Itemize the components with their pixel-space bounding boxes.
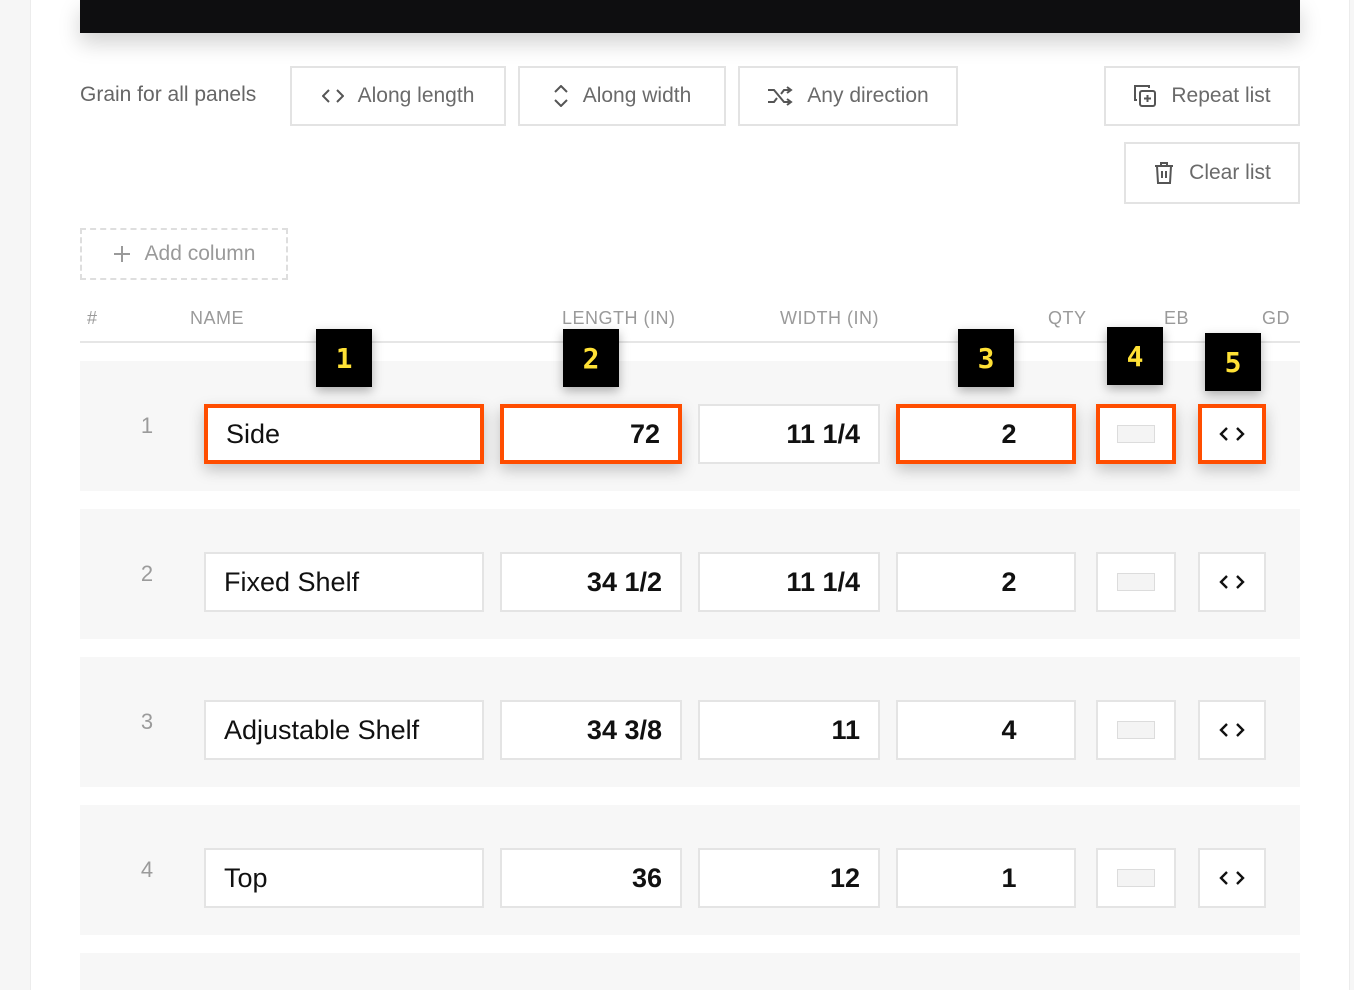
name-input[interactable]: Adjustable Shelf [204, 700, 484, 760]
annotation-marker-5: 5 [1205, 333, 1261, 391]
length-input[interactable]: 72 [500, 404, 682, 464]
table-row [80, 953, 1300, 990]
code-brackets-icon [1219, 575, 1245, 589]
grain-direction-button[interactable] [1198, 700, 1266, 760]
grain-along-width-button[interactable]: Along width [518, 66, 726, 126]
vertical-chevrons-icon [553, 85, 568, 107]
annotation-marker-2: 2 [563, 329, 619, 387]
length-input[interactable]: 34 1/2 [500, 552, 682, 612]
edge-banding-button[interactable] [1096, 848, 1176, 908]
row-number: 4 [140, 857, 154, 882]
code-brackets-icon [1219, 427, 1245, 441]
length-input[interactable]: 36 [500, 848, 682, 908]
grain-any-direction-button[interactable]: Any direction [738, 66, 958, 126]
table-row: 4 Top 36 12 1 [80, 805, 1300, 935]
edge-banding-button[interactable] [1096, 552, 1176, 612]
clear-list-label: Clear list [1189, 161, 1271, 184]
row-number: 2 [140, 561, 154, 586]
table-row: 2 Fixed Shelf 34 1/2 11 1/4 2 [80, 509, 1300, 639]
clear-list-button[interactable]: Clear list [1124, 142, 1300, 204]
repeat-list-button[interactable]: Repeat list [1104, 66, 1300, 126]
grain-along-length-button[interactable]: Along length [290, 66, 506, 126]
width-input[interactable]: 11 1/4 [698, 404, 880, 464]
width-input[interactable]: 11 [698, 700, 880, 760]
code-brackets-icon [321, 89, 344, 103]
shuffle-icon [768, 86, 793, 106]
name-input[interactable]: Side [204, 404, 484, 464]
grain-direction-button[interactable] [1198, 552, 1266, 612]
row-number: 1 [140, 413, 154, 438]
header-num: # [87, 308, 98, 328]
header-qty: QTY [1048, 308, 1087, 328]
grain-along-width-label: Along width [582, 84, 692, 107]
repeat-list-label: Repeat list [1171, 84, 1271, 107]
code-brackets-icon [1219, 723, 1245, 737]
edge-banding-icon [1117, 869, 1155, 887]
edge-banding-button[interactable] [1096, 700, 1176, 760]
top-dark-bar [80, 0, 1300, 33]
row-number: 3 [140, 709, 154, 734]
qty-input[interactable]: 1 [896, 848, 1076, 908]
name-input[interactable]: Top [204, 848, 484, 908]
grain-direction-button[interactable] [1198, 404, 1266, 464]
edge-banding-button[interactable] [1096, 404, 1176, 464]
header-gd: GD [1262, 308, 1290, 328]
width-input[interactable]: 12 [698, 848, 880, 908]
qty-input[interactable]: 2 [896, 552, 1076, 612]
width-input[interactable]: 11 1/4 [698, 552, 880, 612]
edge-banding-icon [1117, 573, 1155, 591]
length-input[interactable]: 34 3/8 [500, 700, 682, 760]
grain-any-direction-label: Any direction [807, 84, 929, 107]
annotation-marker-3: 3 [958, 329, 1014, 387]
name-input[interactable]: Fixed Shelf [204, 552, 484, 612]
copy-plus-icon [1134, 85, 1157, 107]
grain-label: Grain for all panels [80, 83, 257, 106]
annotation-marker-1: 1 [316, 329, 372, 387]
header-name: NAME [190, 308, 245, 328]
trash-icon [1155, 162, 1174, 184]
edge-banding-icon [1117, 721, 1155, 739]
edge-banding-icon [1117, 425, 1155, 443]
qty-input[interactable]: 2 [896, 404, 1076, 464]
header-eb: EB [1164, 308, 1190, 328]
code-brackets-icon [1219, 871, 1245, 885]
annotation-marker-4: 4 [1107, 327, 1163, 385]
grain-direction-button[interactable] [1198, 848, 1266, 908]
table-row: 3 Adjustable Shelf 34 3/8 11 4 [80, 657, 1300, 787]
header-length: LENGTH (IN) [562, 308, 676, 328]
header-width: WIDTH (IN) [780, 308, 879, 328]
qty-input[interactable]: 4 [896, 700, 1076, 760]
grain-along-length-label: Along length [357, 84, 475, 107]
add-column-label: Add column [144, 242, 256, 265]
plus-icon [113, 246, 130, 262]
add-column-button[interactable]: Add column [80, 228, 288, 280]
